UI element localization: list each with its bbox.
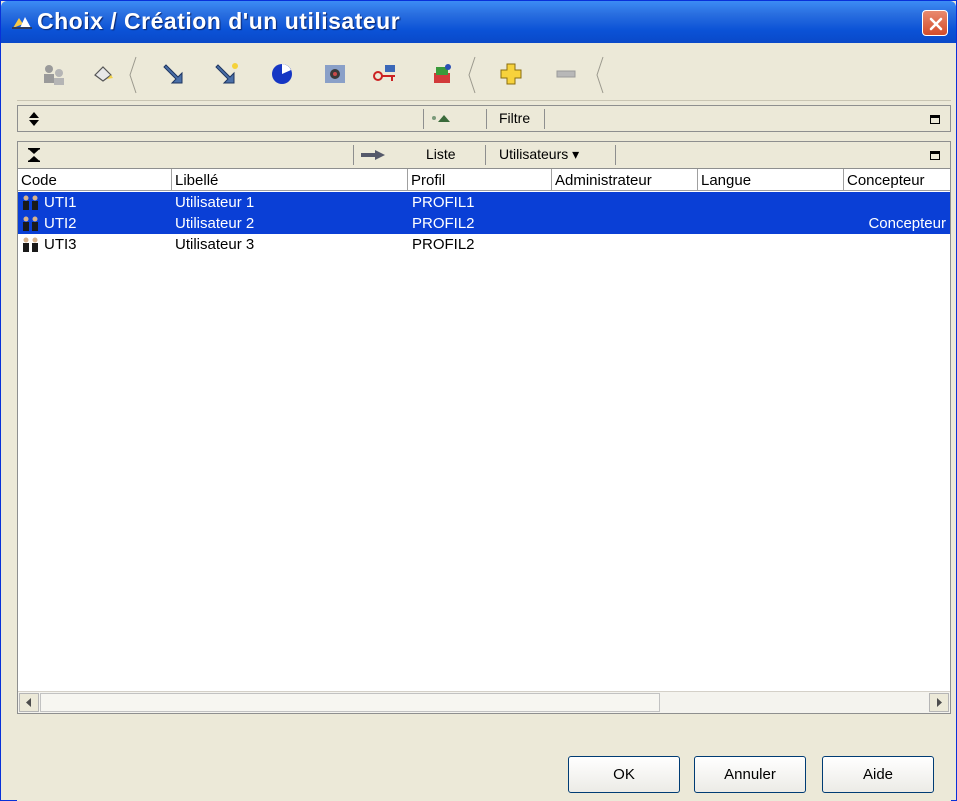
window-title: Choix / Création d'un utilisateur: [37, 8, 401, 34]
list-view-label[interactable]: Liste: [426, 146, 456, 162]
user-icon: [23, 216, 38, 231]
table-row[interactable]: UTI2 Utilisateur 2 PROFIL2 Concepteur: [18, 213, 950, 234]
cell-code: UTI2: [44, 215, 77, 232]
add-icon[interactable]: [496, 59, 526, 89]
cell-concepteur: Concepteur: [868, 215, 946, 232]
app-icon: [12, 17, 32, 29]
users-table: Code Libellé Profil Administrateur Langu…: [17, 169, 951, 714]
user-icon: [23, 237, 38, 252]
toolbar-separator: [129, 56, 137, 94]
column-header-code[interactable]: Code: [21, 172, 57, 189]
column-header-concepteur[interactable]: Concepteur: [847, 172, 925, 189]
close-button[interactable]: [922, 10, 948, 36]
column-header-profil[interactable]: Profil: [411, 172, 445, 189]
key-icon[interactable]: [369, 59, 399, 89]
cell-profil: PROFIL2: [412, 236, 475, 253]
dialog-window: Choix / Création d'un utilisateur Filtre…: [0, 0, 957, 801]
column-header-libelle[interactable]: Libellé: [175, 172, 218, 189]
chevron-right-icon: [937, 698, 942, 707]
toolbar: [17, 49, 951, 101]
scroll-thumb[interactable]: [40, 693, 660, 712]
dialog-footer: OK Annuler Aide: [17, 717, 951, 801]
collapse-icon[interactable]: [28, 148, 40, 162]
table-row[interactable]: UTI1 Utilisateur 1 PROFIL1: [18, 192, 950, 213]
color-tool-icon[interactable]: [428, 59, 458, 89]
cell-code: UTI1: [44, 194, 77, 211]
remove-icon[interactable]: [551, 59, 581, 89]
maximize-icon[interactable]: [930, 151, 940, 160]
users-search-icon[interactable]: [39, 59, 69, 89]
help-button[interactable]: Aide: [822, 756, 934, 793]
filter-label[interactable]: Filtre: [499, 110, 530, 126]
cell-libelle: Utilisateur 2: [175, 215, 255, 232]
cancel-button[interactable]: Annuler: [694, 756, 806, 793]
filter-options-icon[interactable]: [428, 112, 454, 124]
table-row[interactable]: UTI3 Utilisateur 3 PROFIL2: [18, 234, 950, 255]
toolbar-separator: [596, 56, 604, 94]
column-header-administrateur[interactable]: Administrateur: [555, 172, 652, 189]
scroll-right-button[interactable]: [929, 693, 949, 712]
cell-code: UTI3: [44, 236, 77, 253]
view-select[interactable]: Utilisateurs ▾: [499, 146, 579, 163]
maximize-icon[interactable]: [930, 115, 940, 124]
user-icon: [23, 195, 38, 210]
arrow-spark-icon[interactable]: [212, 59, 242, 89]
toolbar-separator: [468, 56, 476, 94]
cell-libelle: Utilisateur 1: [175, 194, 255, 211]
arrow-down-icon[interactable]: [160, 59, 190, 89]
scroll-left-button[interactable]: [19, 693, 39, 712]
sort-toggle-icon[interactable]: [28, 112, 40, 126]
close-icon: [929, 17, 943, 31]
cell-profil: PROFIL2: [412, 215, 475, 232]
list-panel: Liste Utilisateurs ▾: [17, 141, 951, 169]
cell-profil: PROFIL1: [412, 194, 475, 211]
table-header: Code Libellé Profil Administrateur Langu…: [18, 169, 950, 191]
chevron-left-icon: [26, 698, 31, 707]
title-bar[interactable]: Choix / Création d'un utilisateur: [1, 1, 956, 43]
horizontal-scrollbar[interactable]: [18, 691, 950, 713]
pie-icon[interactable]: [267, 59, 297, 89]
ok-button[interactable]: OK: [568, 756, 680, 793]
arrow-right-icon[interactable]: [361, 150, 385, 160]
eye-icon[interactable]: [320, 59, 350, 89]
eraser-icon[interactable]: [89, 59, 119, 89]
cell-libelle: Utilisateur 3: [175, 236, 255, 253]
column-header-langue[interactable]: Langue: [701, 172, 751, 189]
filter-panel: Filtre: [17, 105, 951, 132]
